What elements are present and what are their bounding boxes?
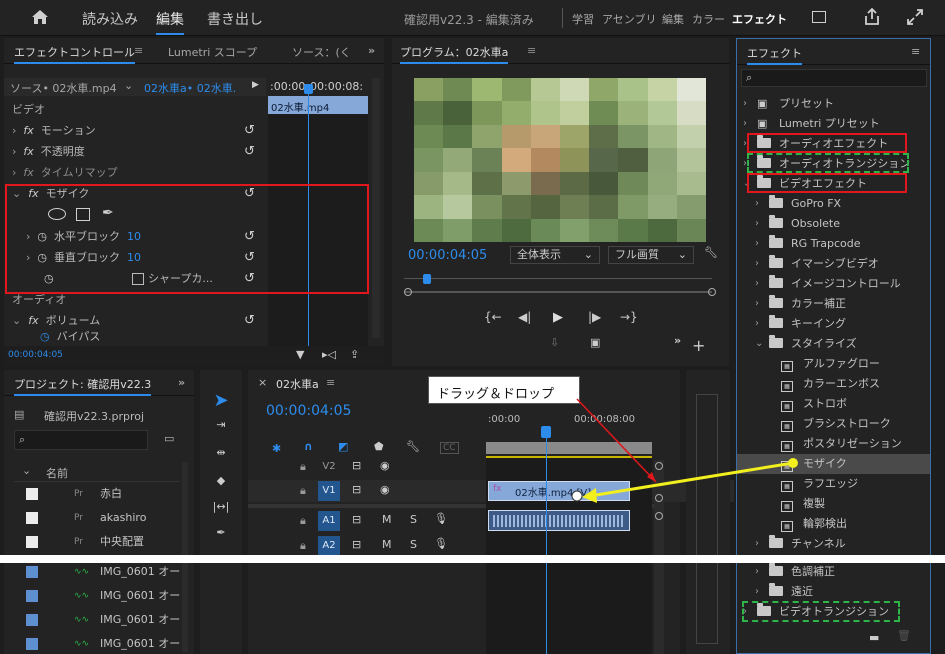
annotation-arrows bbox=[571, 398, 798, 503]
